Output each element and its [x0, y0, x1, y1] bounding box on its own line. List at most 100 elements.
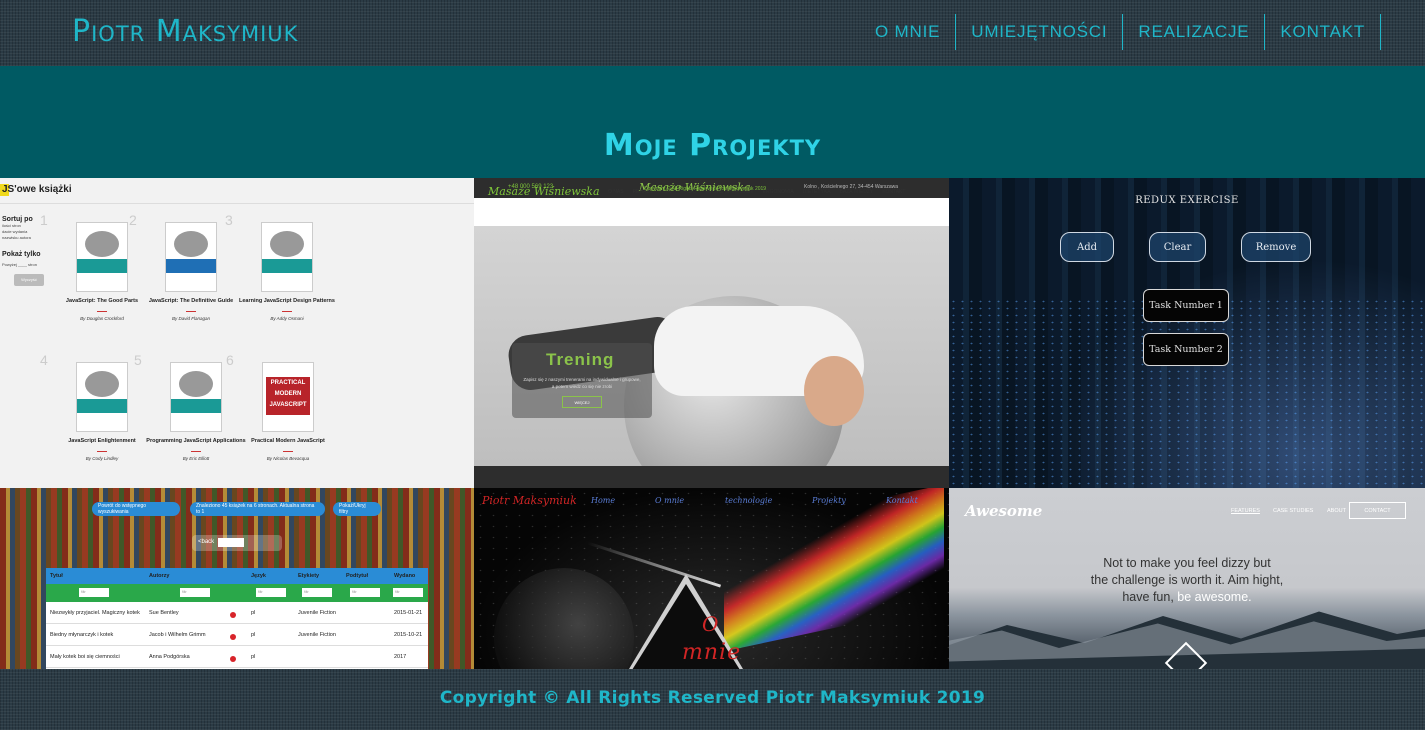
- back-to-search-button: Powrót do wstępnego wyszukiwania: [92, 502, 180, 516]
- col-header: Język: [251, 573, 266, 579]
- book-title: Programming JavaScript Applications: [146, 438, 246, 444]
- menu-item: O mnie: [655, 496, 685, 505]
- project-tile-awesome[interactable]: Awesome FEATURES CASE STUDIES ABOUT CONT…: [949, 488, 1425, 669]
- remove-button: Remove: [1241, 232, 1311, 262]
- toggle-filters-button: Pokaż/Ukryj filtry: [333, 502, 381, 516]
- cell-date: 2015-10-21: [394, 632, 423, 638]
- col-header: Podtytuł: [346, 573, 368, 579]
- cover-word: PRACTICAL: [270, 380, 306, 386]
- book-number: 2: [129, 212, 137, 228]
- contact-button: CONTACT: [1349, 502, 1406, 519]
- filter-label-prefix: Powyżej: [2, 262, 17, 267]
- tagline-start: have fun,: [1122, 590, 1174, 604]
- project-tile-js-books[interactable]: JS'owe książki Sortuj po ilości stron da…: [0, 178, 474, 488]
- menu-item: KONTAKT: [882, 189, 906, 195]
- section-title: Moje Projekty: [603, 128, 822, 163]
- main-nav: O MNIE UMIEJĘTNOŚCI REALIZACJE KONTAKT: [860, 14, 1382, 50]
- clear-button: Clear: [1149, 232, 1206, 262]
- book-cover: [170, 362, 222, 432]
- menu-item: O NAS: [608, 189, 624, 195]
- delete-icon: [230, 656, 236, 662]
- awesome-logo: Awesome: [965, 502, 1043, 520]
- col-header: Wydano: [394, 573, 416, 579]
- filter-input: filtr: [393, 588, 423, 597]
- book-cover: [165, 222, 217, 292]
- filter-input: filtr: [302, 588, 332, 597]
- task-item: Task Number 1: [1143, 289, 1229, 322]
- book-cover: [261, 222, 313, 292]
- delete-icon: [230, 612, 236, 618]
- book-title: JavaScript Enlightenment: [68, 438, 136, 444]
- cell-lang: pl: [251, 654, 256, 660]
- book-card: 4 JavaScript Enlightenment By Cody Lindl…: [40, 352, 152, 461]
- project-tile-masaze[interactable]: +48 000 569 123 Masaże Wiśniewska Kolno …: [474, 178, 949, 488]
- nav-case-studies: CASE STUDIES: [1273, 508, 1314, 514]
- col-header: Etykiety: [298, 573, 320, 579]
- book-card: 1 JavaScript: The Good Parts By Douglas …: [40, 212, 152, 321]
- city-lights: [949, 298, 1425, 488]
- hero-more-button: WIĘCEJ: [562, 396, 602, 408]
- cell-title: Niezwykły przyjaciel. Magiczny kotek: [50, 610, 140, 616]
- book-author: By Cody Lindley: [85, 456, 119, 461]
- project-tile-redux[interactable]: REDUX EXERCISE Add Clear Remove Task Num…: [949, 178, 1425, 488]
- logo: Masaże Wiśniewska: [488, 185, 600, 198]
- book-card: 6 PRACTICAL MODERN JAVASCRIPT Practical …: [226, 352, 338, 461]
- filter-row: filtr filtr filtr filtr filtr filtr: [46, 584, 428, 602]
- book-title: Learning JavaScript Design Patterns: [239, 298, 335, 304]
- results-info: Znaleziono 45 książek na 6 stronach. Akt…: [190, 502, 325, 516]
- cell-date: 2015-01-21: [394, 610, 423, 616]
- filter-label-suffix: stron: [28, 262, 37, 267]
- pager-input: [218, 538, 244, 547]
- book-number: 6: [226, 352, 234, 368]
- book-author: By Nicolas Bevacqua: [266, 456, 310, 461]
- book-title: JavaScript: The Good Parts: [65, 298, 139, 304]
- project-tile-library[interactable]: Powrót do wstępnego wyszukiwania Znalezi…: [0, 488, 474, 669]
- redux-title: REDUX EXERCISE: [1135, 195, 1239, 206]
- menu-item: Kontakt: [886, 496, 918, 505]
- book-title: Practical Modern JavaScript: [251, 438, 325, 444]
- col-header: Tytuł: [50, 573, 63, 579]
- portfolio-logo: Piotr Maksymiuk: [482, 494, 577, 507]
- nav-item-realizacje[interactable]: REALIZACJE: [1123, 14, 1266, 50]
- nav-item-umiejetnosci[interactable]: UMIEJĘTNOŚCI: [956, 14, 1124, 50]
- menu-item: ERGONOMIA: [762, 189, 794, 195]
- table-row: Niezwykły przyjaciel. Magiczny kotek Sue…: [46, 602, 428, 624]
- footer-copyright: Copyright © All Rights Reserved Piotr Ma…: [644, 186, 767, 192]
- menu-item: DIETETYKA: [802, 189, 831, 195]
- book-number: 5: [134, 352, 142, 368]
- table-row: Mały kotek boi się ciemności Anna Podgór…: [46, 646, 428, 668]
- filter-heading: Pokaż tylko: [2, 251, 41, 258]
- cell-author: Jacob i Wilhelm Grimm: [149, 632, 206, 638]
- nav-item-kontakt[interactable]: KONTAKT: [1265, 14, 1382, 50]
- site-footer: Copyright © All Rights Reserved Piotr Ma…: [0, 669, 1425, 730]
- nav-item-o-mnie[interactable]: O MNIE: [860, 14, 957, 50]
- book-author: By Addy Osmani: [270, 316, 304, 321]
- pager-back: <back: [198, 539, 215, 545]
- app-title: JS'owe książki: [2, 184, 72, 195]
- hero-title: Trening: [546, 350, 615, 369]
- sort-option: nazwisku autora: [2, 235, 31, 240]
- col-header: Autorzy: [149, 573, 170, 579]
- site-brand[interactable]: Piotr Maksymiuk: [72, 14, 298, 49]
- books-table: Tytuł Autorzy Język Etykiety Podtytuł Wy…: [46, 568, 428, 669]
- nav-about: ABOUT: [1327, 508, 1346, 514]
- book-card: 3 Learning JavaScript Design Patterns By…: [225, 212, 337, 321]
- hero-mnie: mnie: [682, 640, 742, 665]
- cell-labels: Juvenile Fiction: [298, 632, 336, 638]
- cover-word: JAVASCRIPT: [269, 402, 307, 408]
- tagline-line: the challenge is worth it. Aim hight,: [1090, 573, 1284, 587]
- filter-input: filtr: [180, 588, 210, 597]
- filter-label: Powyżej ____ stron: [2, 262, 37, 267]
- book-card: 2 JavaScript: The Definitive Guide By Da…: [129, 212, 241, 321]
- book-number: 1: [40, 212, 48, 228]
- tagline-line: have fun, be awesome.: [949, 589, 1425, 606]
- cell-title: Mały kotek boi się ciemności: [50, 654, 120, 660]
- project-tile-portfolio[interactable]: Piotr Maksymiuk Home O mnie technologie …: [474, 488, 949, 669]
- cell-lang: pl: [251, 610, 256, 616]
- task-item: Task Number 2: [1143, 333, 1229, 366]
- delete-icon: [230, 634, 236, 640]
- site-header: Piotr Maksymiuk O MNIE UMIEJĘTNOŚCI REAL…: [0, 0, 1425, 66]
- filter-input: filtr: [79, 588, 109, 597]
- menu-item: Projekty: [812, 496, 846, 505]
- book-number: 3: [225, 212, 233, 228]
